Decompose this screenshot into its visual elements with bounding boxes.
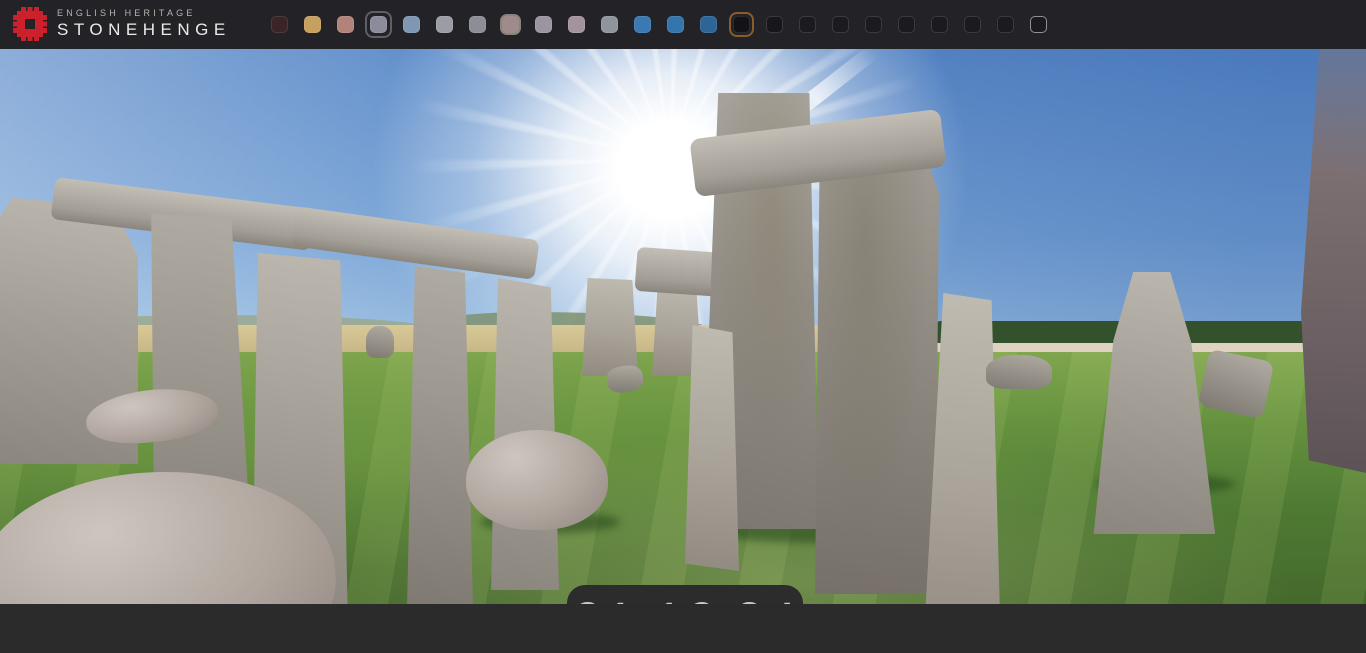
brand-stonehenge: STONEHENGE: [57, 20, 231, 40]
time-swatch-14[interactable]: [733, 16, 750, 33]
time-swatch-9[interactable]: [568, 16, 585, 33]
panorama-viewport[interactable]: [0, 49, 1366, 604]
time-swatch-3[interactable]: [370, 16, 387, 33]
front-slab: [685, 325, 739, 571]
time-swatch-4[interactable]: [403, 16, 420, 33]
english-heritage-crenellated-icon: [12, 6, 48, 42]
time-swatch-13[interactable]: [700, 16, 717, 33]
low-boulder-center-right: [986, 355, 1052, 389]
skyscape-app: ENGLISH HERITAGE STONEHENGE: [0, 0, 1366, 653]
time-swatch-18[interactable]: [865, 16, 882, 33]
time-swatch-12[interactable]: [667, 16, 684, 33]
time-swatch-6[interactable]: [469, 16, 486, 33]
time-swatch-11[interactable]: [634, 16, 651, 33]
foreground-boulder-mid: [466, 430, 608, 530]
sarsen-upright-left-4: [407, 266, 473, 604]
time-swatch-17[interactable]: [832, 16, 849, 33]
time-swatch-7[interactable]: [500, 14, 521, 35]
time-swatch-23[interactable]: [1030, 16, 1047, 33]
top-bar: ENGLISH HERITAGE STONEHENGE: [0, 0, 1366, 49]
time-swatch-0[interactable]: [271, 16, 288, 33]
time-swatch-2[interactable]: [337, 16, 354, 33]
distant-small-stone: [366, 326, 394, 358]
bluestone-pillar-1: [582, 278, 638, 376]
brand-text: ENGLISH HERITAGE STONEHENGE: [57, 8, 231, 40]
time-swatch-1[interactable]: [304, 16, 321, 33]
time-swatch-10[interactable]: [601, 16, 618, 33]
time-swatch-15[interactable]: [766, 16, 783, 33]
time-swatch-16[interactable]: [799, 16, 816, 33]
trilithon-upright-right: [815, 128, 939, 594]
time-swatch-20[interactable]: [931, 16, 948, 33]
english-heritage-logo[interactable]: ENGLISH HERITAGE STONEHENGE: [12, 6, 231, 42]
time-swatch-8[interactable]: [535, 16, 552, 33]
time-swatch-22[interactable]: [997, 16, 1014, 33]
brand-english-heritage: ENGLISH HERITAGE: [57, 8, 231, 18]
hour-swatch-strip: [271, 0, 1047, 49]
time-swatch-5[interactable]: [436, 16, 453, 33]
time-swatch-21[interactable]: [964, 16, 981, 33]
time-swatch-19[interactable]: [898, 16, 915, 33]
bottom-bar: Stop i About SUNRISE 01:38:29 SUNSET 16:…: [0, 604, 1366, 653]
